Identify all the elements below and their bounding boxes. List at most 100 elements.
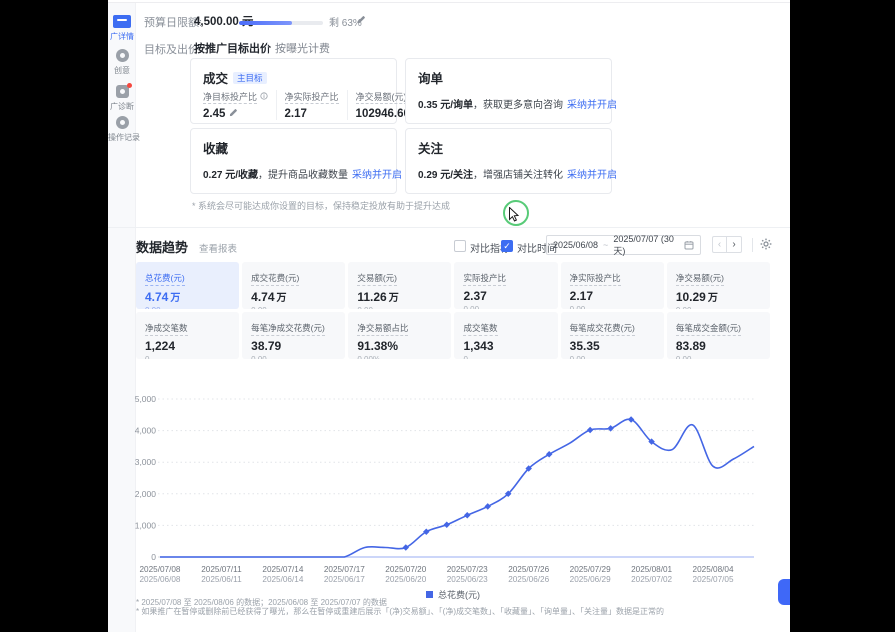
tab-bid-by-exposure[interactable]: 按曝光计费	[275, 40, 330, 56]
sidebar-item-campaign-detail[interactable]: 广详情	[108, 15, 136, 42]
tile-unit: 万	[708, 293, 718, 304]
metric-tile[interactable]: 成交花费(元)4.74万0.00	[242, 262, 345, 309]
info-icon[interactable]	[260, 92, 268, 100]
sidebar-item-creative[interactable]: 创意	[108, 49, 136, 76]
budget-edit-icon[interactable]	[357, 15, 366, 24]
card-inquiry: 询单 0.35 元/询单，获取更多意向咨询采纳并开启	[405, 58, 612, 124]
metric-tile[interactable]: 每笔净成交花费(元)38.790.00	[242, 312, 345, 359]
goal-note: * 系统会尽可能达成你设置的目标，保持稳定投放有助于提升达成	[192, 199, 450, 212]
sidebar-item-label: 广详情	[108, 31, 136, 42]
mouse-cursor-icon	[509, 207, 520, 222]
date-pager: ‹ ›	[712, 236, 742, 253]
edit-roi-icon[interactable]	[229, 108, 238, 117]
tile-unit: 万	[170, 293, 180, 304]
card-deal-stats: 净目标投产比 2.45 净实际投产比 2.17 净交易额(元) 102946.6…	[203, 90, 418, 120]
metric-tile[interactable]: 净交易额占比91.38%0.00%	[348, 312, 451, 359]
card-follow-body: 0.29 元/关注，增强店铺关注转化采纳并开启	[418, 166, 617, 181]
tile-compare-value: 0.00	[251, 355, 336, 359]
card-inquiry-adopt-link[interactable]: 采纳并开启	[567, 100, 617, 111]
tile-compare-value: 0.00	[463, 305, 548, 309]
svg-text:2025/08/04: 2025/08/04	[693, 565, 734, 574]
trend-section-title: 数据趋势	[136, 237, 188, 256]
svg-text:2025/07/20: 2025/07/20	[385, 565, 426, 574]
card-favorite-adopt-link[interactable]: 采纳并开启	[352, 170, 402, 181]
prev-period-button[interactable]: ‹	[712, 236, 727, 253]
floating-side-button[interactable]	[778, 579, 790, 605]
notification-dot	[127, 83, 132, 88]
sidebar-item-diagnosis[interactable]: 广诊断	[108, 85, 136, 112]
tile-unit: 万	[277, 293, 287, 304]
tile-value: 83.89	[676, 339, 761, 353]
next-period-button[interactable]: ›	[727, 236, 742, 253]
svg-text:2025/06/20: 2025/06/20	[385, 575, 426, 584]
chart-settings-gear-icon[interactable]	[760, 238, 772, 250]
metric-tile[interactable]: 净实际投产比2.170.00	[561, 262, 664, 309]
tile-label: 成交笔数	[463, 322, 497, 336]
tile-value: 11.26万	[357, 289, 442, 304]
metric-tile[interactable]: 总花费(元)4.74万0.00	[136, 262, 239, 309]
metric-tile[interactable]: 净交易额(元)10.29万0.00	[667, 262, 770, 309]
tile-value: 2.17	[570, 289, 655, 303]
tile-value: 10.29万	[676, 289, 761, 304]
metric-tile[interactable]: 交易额(元)11.26万0.00	[348, 262, 451, 309]
stat-target-roi-value: 2.45	[203, 108, 225, 120]
compare-time-checkbox[interactable]: ✓	[501, 240, 513, 252]
metric-tile[interactable]: 每笔成交金额(元)83.890.00	[667, 312, 770, 359]
calendar-icon	[684, 240, 694, 250]
stat-net-gmv-value: 102946.60	[356, 108, 410, 120]
date-range-picker[interactable]: 2025/06/08 ~ 2025/07/07 (30天)	[546, 235, 701, 255]
tile-compare-value: 0.00	[676, 355, 761, 359]
metric-tile[interactable]: 成交笔数1,3430	[454, 312, 557, 359]
stat-actual-roi: 净实际投产比 2.17	[276, 90, 347, 120]
stat-target-roi-label: 净目标投产比	[203, 92, 257, 104]
svg-text:1,000: 1,000	[135, 520, 157, 530]
compare-metric-checkbox[interactable]	[454, 240, 466, 252]
card-deal-title: 成交主目标	[203, 68, 267, 87]
sidebar-item-label: 广诊断	[108, 101, 136, 112]
card-deal: 成交主目标 净目标投产比 2.45 净实际投产比 2.17 净交易额(元)	[190, 58, 397, 124]
view-report-link[interactable]: 查看报表	[199, 241, 237, 255]
svg-text:2025/07/05: 2025/07/05	[693, 575, 734, 584]
card-inquiry-title: 询单	[418, 68, 443, 87]
svg-text:2025/06/08: 2025/06/08	[140, 575, 181, 584]
card-inquiry-body: 0.35 元/询单，获取更多意向咨询采纳并开启	[418, 96, 617, 111]
metric-tile[interactable]: 净成交笔数1,2240	[136, 312, 239, 359]
sidebar-item-history[interactable]: 操作记录	[108, 116, 136, 143]
tile-label: 每笔净成交花费(元)	[251, 322, 325, 336]
stat-actual-roi-value: 2.17	[285, 108, 339, 120]
metric-tile[interactable]: 每笔成交花费(元)35.350.00	[561, 312, 664, 359]
svg-text:2025/07/17: 2025/07/17	[324, 565, 365, 574]
date-range-separator: ~	[603, 240, 608, 250]
card-favorite-price: 0.27 元/收藏	[203, 170, 258, 181]
card-deal-title-text: 成交	[203, 72, 228, 86]
svg-text:5,000: 5,000	[135, 394, 157, 404]
svg-text:2025/07/02: 2025/07/02	[631, 575, 672, 584]
svg-text:2025/06/29: 2025/06/29	[570, 575, 611, 584]
footnote-data-note: * 如果推广在暂停或删除前已经获得了曝光，那么在暂停或重建后展示「(净)交易额」…	[136, 606, 664, 617]
tile-label: 交易额(元)	[357, 272, 397, 286]
budget-progress-fill	[239, 21, 292, 25]
metric-tile[interactable]: 实际投产比2.370.00	[454, 262, 557, 309]
toolbar-divider	[752, 238, 753, 252]
svg-text:4,000: 4,000	[135, 426, 157, 436]
main-panel: 广详情创意广诊断操作记录 预算日限额: 4,500.00 元 剩 63% 目标及…	[108, 0, 790, 632]
svg-text:2025/07/26: 2025/07/26	[508, 565, 549, 574]
card-follow-adopt-link[interactable]: 采纳并开启	[567, 170, 617, 181]
history-icon	[116, 116, 129, 129]
card-inquiry-desc: ，获取更多意向咨询	[473, 100, 563, 111]
card-favorite-title: 收藏	[203, 138, 228, 157]
tile-compare-value: 0.00	[251, 306, 336, 309]
tile-compare-value: 0	[463, 355, 548, 359]
tile-value: 4.74万	[251, 289, 336, 304]
svg-text:2025/08/01: 2025/08/01	[631, 565, 672, 574]
svg-text:2025/07/29: 2025/07/29	[570, 565, 611, 574]
budget-progress-bar	[239, 21, 323, 25]
tile-compare-value: 0.00%	[357, 355, 442, 359]
svg-text:3,000: 3,000	[135, 457, 157, 467]
svg-text:2025/07/08: 2025/07/08	[140, 565, 181, 574]
svg-text:2025/06/26: 2025/06/26	[508, 575, 549, 584]
tile-compare-value: 0.00	[145, 306, 230, 309]
card-inquiry-price: 0.35 元/询单	[418, 100, 473, 111]
campaign-detail-icon	[113, 15, 131, 28]
tab-bid-by-goal[interactable]: 按推广目标出价	[194, 40, 271, 56]
